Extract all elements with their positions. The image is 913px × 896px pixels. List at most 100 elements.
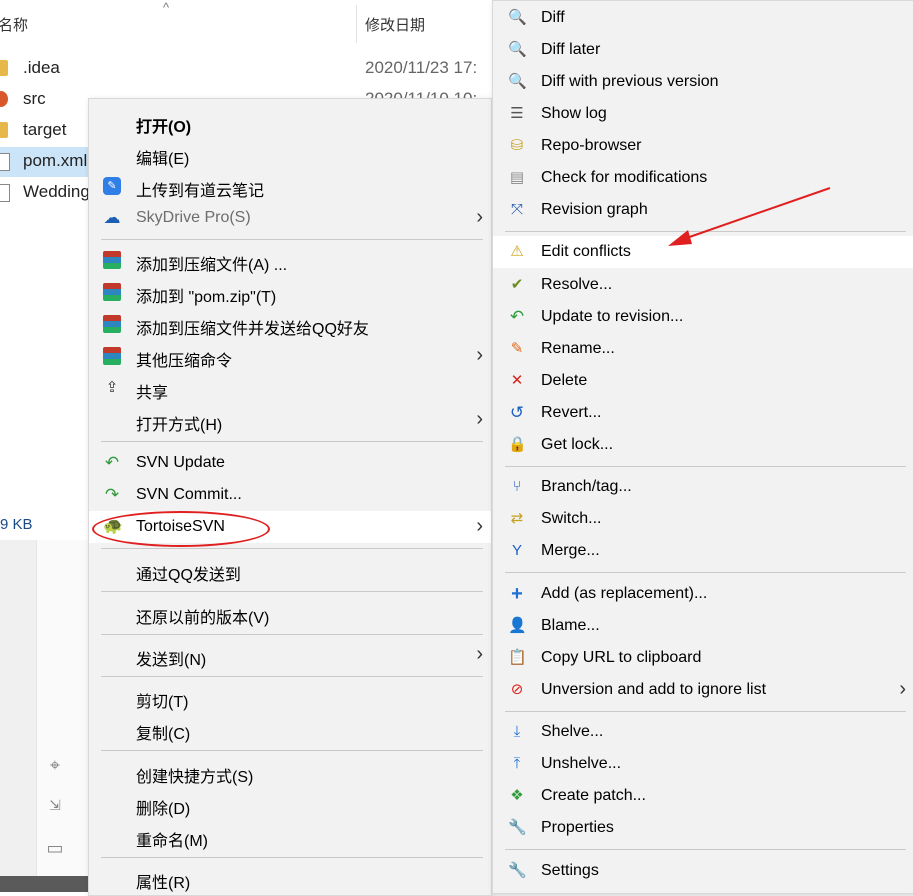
menu-item-label: Delete [541, 372, 588, 389]
svn-item-create-patch[interactable]: ❖ Create patch... [493, 780, 913, 812]
settings-icon: 🔧 [508, 862, 527, 879]
menu-item-edit[interactable]: 编辑(E) [89, 138, 491, 170]
menu-item-label: 上传到有道云笔记 [136, 183, 265, 200]
file-name: src [23, 89, 46, 108]
menu-item-other-compress[interactable]: 其他压缩命令 › [89, 340, 491, 372]
menu-separator [505, 711, 906, 712]
menu-item-label: Properties [541, 819, 614, 836]
menu-separator [505, 849, 906, 850]
menu-item-add-pom-zip[interactable]: 添加到 "pom.zip"(T) [89, 276, 491, 308]
menu-item-label: 通过QQ发送到 [136, 567, 241, 584]
svn-item-unversion-ignore[interactable]: ⊘ Unversion and add to ignore list › [493, 674, 913, 706]
folder-icon [0, 122, 8, 138]
menu-item-label: 打开(O) [136, 119, 192, 136]
menu-item-send-to[interactable]: 发送到(N) › [89, 639, 491, 671]
menu-item-label: 属性(R) [136, 875, 191, 892]
svn-item-unshelve[interactable]: ⤒ Unshelve... [493, 748, 913, 780]
menu-item-label: Create patch... [541, 787, 646, 804]
menu-separator [101, 548, 483, 549]
menu-item-svn-update[interactable]: ↶ SVN Update [89, 447, 491, 479]
menu-item-share[interactable]: ⇪ 共享 [89, 372, 491, 404]
patch-icon: ❖ [510, 787, 524, 804]
tortoisesvn-submenu: 🔍 Diff 🔍 Diff later 🔍 Diff with previous… [492, 0, 913, 894]
revert-icon: ↺ [509, 403, 525, 422]
svn-item-diff-later[interactable]: 🔍 Diff later [493, 34, 913, 66]
svn-item-revert[interactable]: ↺ Revert... [493, 397, 913, 429]
monitor-icon[interactable]: ▭ [44, 838, 66, 860]
merge-icon: Y [511, 542, 522, 559]
column-divider[interactable] [356, 5, 357, 43]
menu-item-label: 添加到压缩文件(A) ... [136, 257, 288, 274]
sort-arrow-icon[interactable]: ^ [163, 0, 169, 15]
menu-item-label: Diff later [541, 41, 601, 58]
menu-item-properties[interactable]: 属性(R) [89, 862, 491, 894]
menu-item-rename[interactable]: 重命名(M) [89, 820, 491, 852]
ignore-icon: ⊘ [510, 681, 524, 698]
document-file-icon [0, 184, 10, 202]
chevron-right-icon: › [476, 408, 483, 430]
svn-item-add-replacement[interactable]: + Add (as replacement)... [493, 578, 913, 610]
file-name: pom.xml [23, 151, 88, 170]
menu-item-svn-commit[interactable]: ↷ SVN Commit... [89, 479, 491, 511]
folder-icon [0, 60, 8, 76]
menu-item-label: Unshelve... [541, 755, 622, 772]
file-row[interactable]: .idea 2020/11/23 17: [0, 54, 490, 84]
svn-item-resolve[interactable]: ✔ Resolve... [493, 269, 913, 301]
menu-item-upload-youdao[interactable]: ✎ 上传到有道云笔记 [89, 170, 491, 202]
svn-item-switch[interactable]: ⇄ Switch... [493, 503, 913, 535]
magnifier-icon: 🔍 [508, 41, 527, 58]
menu-item-archive-send-qq[interactable]: 添加到压缩文件并发送给QQ好友 [89, 308, 491, 340]
svn-item-copy-url[interactable]: 📋 Copy URL to clipboard [493, 642, 913, 674]
menu-item-label: Show log [541, 105, 607, 122]
svn-item-settings[interactable]: 🔧 Settings [493, 855, 913, 887]
menu-item-label: Shelve... [541, 723, 604, 740]
menu-item-send-via-qq[interactable]: 通过QQ发送到 [89, 554, 491, 586]
svn-item-repo-browser[interactable]: ⛁ Repo-browser [493, 130, 913, 162]
svn-item-delete[interactable]: ✕ Delete [493, 365, 913, 397]
svn-item-shelve[interactable]: ⤓ Shelve... [493, 716, 913, 748]
svn-item-diff-previous[interactable]: 🔍 Diff with previous version [493, 66, 913, 98]
menu-item-create-shortcut[interactable]: 创建快捷方式(S) [89, 756, 491, 788]
menu-item-label: Switch... [541, 510, 602, 527]
menu-item-label: 发送到(N) [136, 652, 207, 669]
svn-item-blame[interactable]: 👤 Blame... [493, 610, 913, 642]
menu-item-open[interactable]: 打开(O) [89, 106, 491, 138]
annotation-ellipse [92, 511, 270, 547]
expand-icon[interactable]: ⇲ [44, 797, 66, 819]
winrar-icon [103, 347, 121, 365]
menu-item-cut[interactable]: 剪切(T) [89, 681, 491, 713]
menu-item-delete[interactable]: 删除(D) [89, 788, 491, 820]
svn-item-get-lock[interactable]: 🔒 Get lock... [493, 429, 913, 461]
share-icon: ⇪ [105, 379, 119, 396]
svn-item-diff[interactable]: 🔍 Diff [493, 2, 913, 34]
menu-item-open-with[interactable]: 打开方式(H) › [89, 404, 491, 436]
repo-browser-icon: ⛁ [510, 137, 524, 154]
column-header-name[interactable]: 名称 [0, 14, 28, 35]
file-row-selected[interactable]: pom.xml [0, 147, 88, 177]
svn-item-rename[interactable]: ✎ Rename... [493, 333, 913, 365]
lock-icon: 🔒 [508, 436, 527, 453]
svn-item-show-log[interactable]: ☰ Show log [493, 98, 913, 130]
svn-commit-icon: ↷ [104, 485, 120, 504]
menu-item-restore-previous[interactable]: 还原以前的版本(V) [89, 597, 491, 629]
svn-item-merge[interactable]: Y Merge... [493, 535, 913, 567]
resolve-icon: ✔ [510, 276, 524, 293]
menu-item-skydrive[interactable]: ☁ SkyDrive Pro(S) › [89, 202, 491, 234]
menu-separator [101, 634, 483, 635]
menu-item-label: Copy URL to clipboard [541, 649, 702, 666]
svn-item-update-to-revision[interactable]: ↶ Update to revision... [493, 301, 913, 333]
menu-item-copy[interactable]: 复制(C) [89, 713, 491, 745]
chevron-right-icon: › [476, 344, 483, 366]
xml-file-icon [0, 153, 10, 171]
menu-item-add-archive[interactable]: 添加到压缩文件(A) ... [89, 244, 491, 276]
menu-item-label: Revert... [541, 404, 602, 421]
column-header-date[interactable]: 修改日期 [365, 14, 425, 35]
menu-item-label: Resolve... [541, 276, 613, 293]
target-icon[interactable]: ⌖ [44, 755, 66, 777]
file-size-text: 9 KB [0, 516, 33, 533]
svn-item-branch-tag[interactable]: ⑂ Branch/tag... [493, 471, 913, 503]
side-gutter [0, 540, 36, 892]
menu-item-label: 复制(C) [136, 726, 191, 743]
svn-item-properties[interactable]: 🔧 Properties [493, 812, 913, 844]
menu-separator [101, 239, 483, 240]
